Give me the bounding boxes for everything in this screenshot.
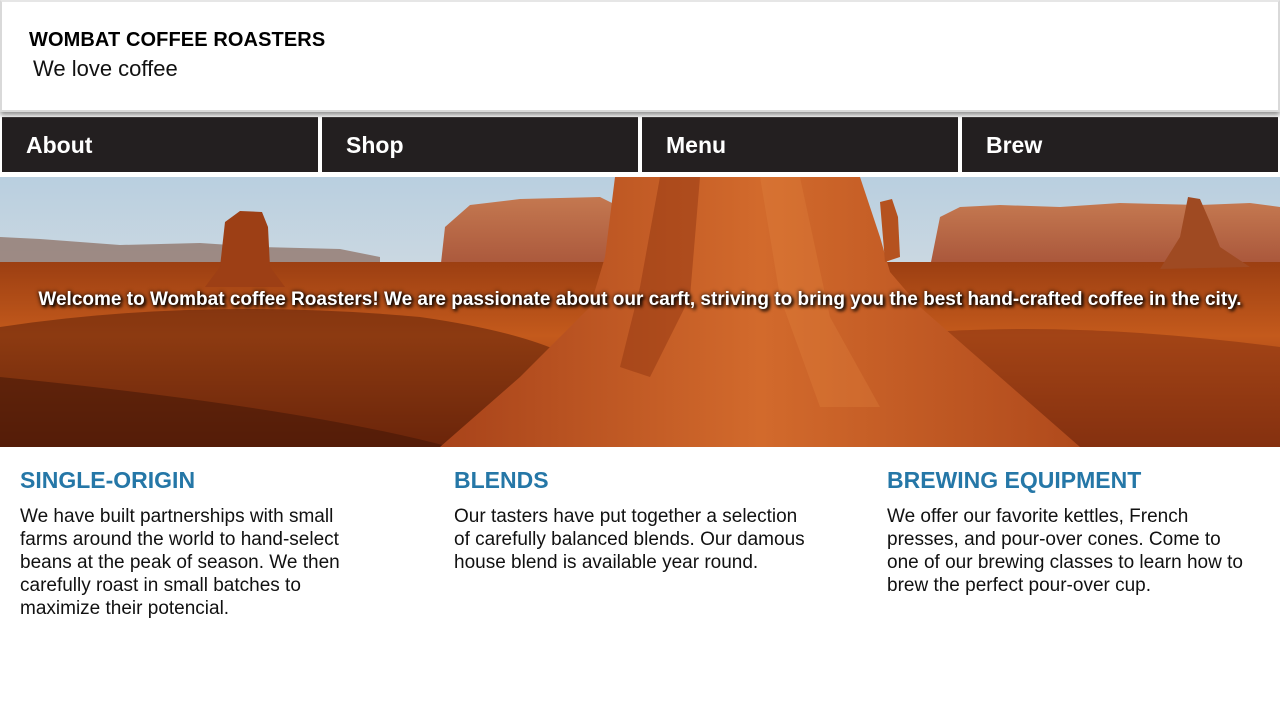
hero-welcome-text: Welcome to Wombat coffee Roasters! We ar…: [38, 289, 1242, 310]
brand-name: WOMBAT COFFEE ROASTERS: [29, 29, 326, 51]
feature-blends: BLENDS Our tasters have put together a s…: [454, 465, 814, 574]
feature-brewing-equipment: BREWING EQUIPMENT We offer our favorite …: [887, 465, 1247, 597]
feature-text: We have built partnerships with small fa…: [20, 506, 340, 619]
tagline: We love coffee: [33, 56, 178, 81]
site-header: WOMBAT COFFEE ROASTERS We love coffee: [0, 0, 1280, 112]
feature-title: SINGLE-ORIGIN: [20, 467, 196, 493]
nav-item-shop[interactable]: Shop: [322, 117, 638, 172]
feature-text: Our tasters have put together a selectio…: [454, 506, 805, 573]
feature-single-origin: SINGLE-ORIGIN We have built partnerships…: [20, 465, 380, 620]
feature-title: BREWING EQUIPMENT: [887, 467, 1142, 493]
hero-banner: Welcome to Wombat coffee Roasters! We ar…: [0, 177, 1280, 447]
main-nav: About Shop Menu Brew: [0, 117, 1280, 172]
feature-title: BLENDS: [454, 467, 549, 493]
hero-desert-image: [0, 177, 1280, 447]
nav-item-about[interactable]: About: [2, 117, 318, 172]
nav-item-brew[interactable]: Brew: [962, 117, 1278, 172]
feature-text: We offer our favorite kettles, French pr…: [887, 506, 1243, 596]
nav-item-menu[interactable]: Menu: [642, 117, 958, 172]
